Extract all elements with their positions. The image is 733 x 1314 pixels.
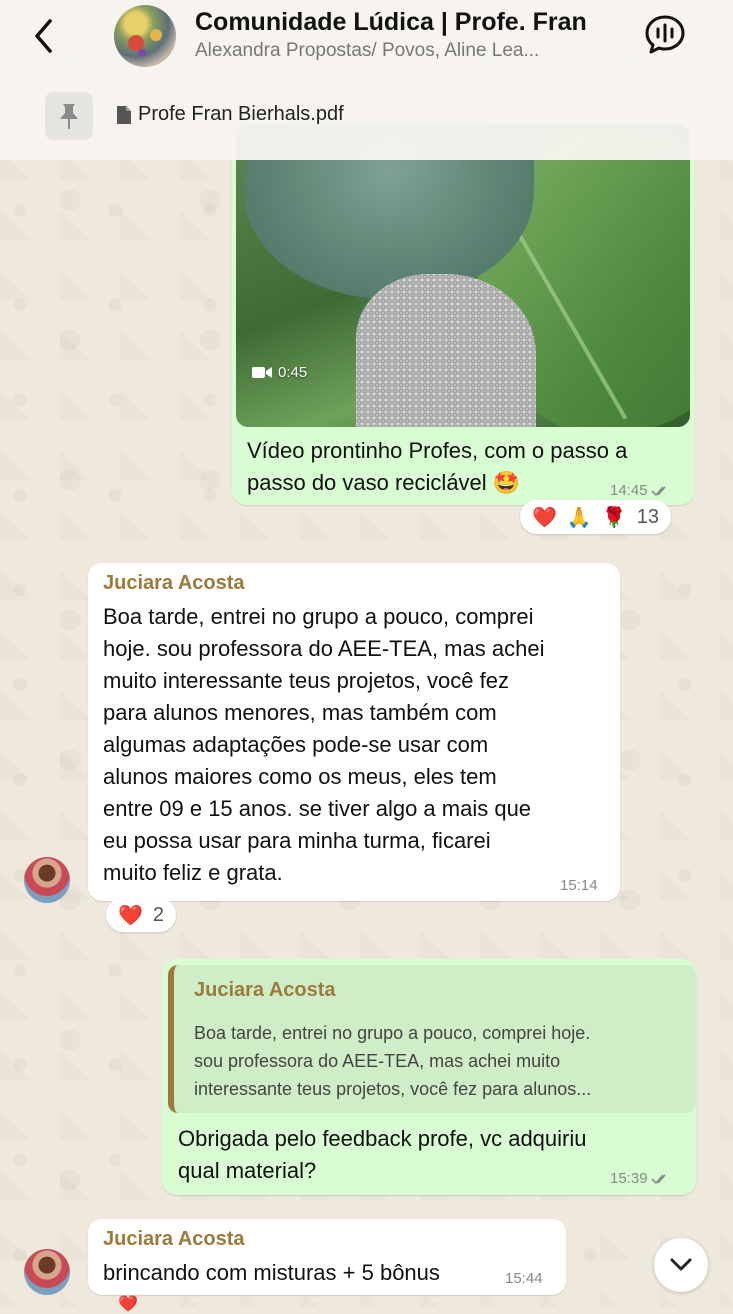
chevron-down-icon: [670, 1258, 692, 1271]
sender-name[interactable]: Juciara Acosta: [103, 1228, 245, 1251]
reaction-count: 2: [152, 903, 165, 926]
message-line: Obrigada pelo feedback profe, vc adquiri…: [178, 1126, 587, 1151]
sender-avatar[interactable]: [24, 1249, 70, 1295]
message-body: Boa tarde, entrei no grupo a pouco, comp…: [103, 601, 613, 889]
quoted-line: sou professora do AEE-TEA, mas achei mui…: [194, 1051, 561, 1071]
double-check-icon: [650, 1173, 666, 1184]
message-time: 15:44: [505, 1270, 543, 1287]
pin-button[interactable]: [45, 92, 93, 140]
quoted-text: Boa tarde, entrei no grupo a pouco, comp…: [194, 1019, 689, 1103]
document-icon: [117, 105, 131, 124]
chevron-left-icon: [35, 19, 52, 53]
pinned-message-bar[interactable]: Profe Fran Bierhals.pdf: [0, 78, 733, 158]
message-line: muito feliz e grata.: [103, 860, 283, 885]
caption-line: Vídeo prontinho Profes, com o passo a: [247, 438, 628, 463]
heart-reaction-partial[interactable]: ❤️: [118, 1294, 138, 1314]
video-duration: 0:45: [252, 364, 307, 381]
pinned-file[interactable]: Profe Fran Bierhals.pdf: [116, 103, 344, 126]
message-line: alunos maiores como os meus, eles tem: [103, 764, 497, 789]
heart-reaction: ❤️: [532, 506, 557, 529]
message-line: entre 09 e 15 anos. se tiver algo a mais…: [103, 796, 532, 821]
pray-reaction: 🙏: [566, 506, 592, 529]
message-line: Boa tarde, entrei no grupo a pouco, comp…: [103, 604, 534, 629]
double-check-icon: [650, 485, 666, 496]
audio-call-icon: [645, 15, 685, 54]
quoted-line: interessante teus projetos, você fez par…: [194, 1079, 592, 1099]
message-line: algumas adaptações pode-se usar com: [103, 732, 489, 757]
sender-name[interactable]: Juciara Acosta: [103, 572, 245, 595]
pin-icon: [60, 104, 78, 129]
chat-header: Comunidade Lúdica | Profe. Fran Alexandr…: [0, 0, 733, 160]
time-text: 14:45: [610, 482, 648, 499]
rose-reaction: 🌹: [601, 506, 627, 529]
gravel-shape: [356, 274, 536, 427]
heart-reaction: ❤️: [118, 904, 143, 927]
chat-participants[interactable]: Alexandra Propostas/ Povos, Aline Lea...: [195, 40, 595, 62]
message-body: brincando com misturas + 5 bônus: [103, 1260, 440, 1285]
quoted-line: Boa tarde, entrei no grupo a pouco, comp…: [194, 1023, 591, 1043]
message-reactions[interactable]: ❤️ 🙏 🌹 13: [520, 500, 671, 534]
incoming-message[interactable]: Juciara Acosta Boa tarde, entrei no grup…: [88, 563, 620, 901]
message-time: 15:14: [560, 877, 598, 894]
time-text: 15:44: [505, 1270, 543, 1287]
message-line: para alunos menores, mas também com: [103, 700, 497, 725]
audio-call-button[interactable]: [644, 14, 686, 56]
video-message[interactable]: 0:45 Vídeo prontinho Profes, com o passo…: [232, 120, 694, 505]
back-button[interactable]: [26, 16, 62, 56]
video-duration-text: 0:45: [278, 364, 308, 381]
reply-message[interactable]: Juciara Acosta Boa tarde, entrei no grup…: [162, 959, 696, 1195]
video-camera-icon: [252, 367, 272, 378]
scroll-down-button[interactable]: [654, 1238, 708, 1292]
video-thumbnail[interactable]: 0:45: [236, 124, 690, 427]
message-line: hoje. sou professora do AEE-TEA, mas ach…: [103, 636, 545, 661]
chat-title[interactable]: Comunidade Lúdica | Profe. Fran: [195, 8, 587, 37]
quoted-sender: Juciara Acosta: [194, 979, 336, 1001]
message-line: muito interessante teus projetos, você f…: [103, 668, 509, 693]
message-reactions[interactable]: ❤️ 2: [106, 898, 177, 932]
time-text: 15:39: [610, 1170, 648, 1187]
message-time: 15:39: [610, 1170, 671, 1187]
quoted-message[interactable]: Juciara Acosta Boa tarde, entrei no grup…: [168, 965, 696, 1113]
pinned-file-name: Profe Fran Bierhals.pdf: [138, 103, 344, 125]
message-line: eu possa usar para minha turma, ficarei: [103, 828, 491, 853]
reaction-count: 13: [636, 505, 659, 528]
message-time: 14:45: [610, 482, 671, 499]
time-text: 15:14: [560, 877, 598, 894]
incoming-message[interactable]: Juciara Acosta brincando com misturas + …: [88, 1219, 566, 1295]
sender-avatar[interactable]: [24, 857, 70, 903]
group-avatar[interactable]: [114, 5, 176, 67]
